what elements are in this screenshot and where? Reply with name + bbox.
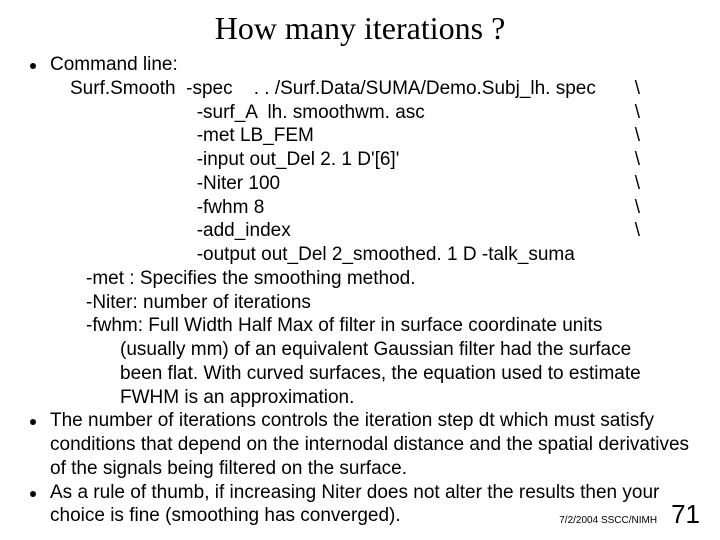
desc-fwhm1: -fwhm: Full Width Half Max of filter in … <box>50 314 690 338</box>
slide-title: How many iterations ? <box>30 10 690 47</box>
line-continuation: \ <box>635 148 690 172</box>
bullet-dot <box>30 63 36 69</box>
line-continuation: \ <box>635 124 690 148</box>
cmd-line: -met LB_FEM <box>70 124 314 148</box>
bullet-dot <box>30 419 36 425</box>
line-continuation: \ <box>635 77 690 101</box>
cmd-line: -surf_A lh. smoothwm. asc <box>70 101 425 125</box>
desc-fwhm2: (usually mm) of an equivalent Gaussian f… <box>50 338 690 362</box>
slide-footer: 7/2/2004 SSCC/NIMH 71 <box>559 499 700 530</box>
line-continuation: \ <box>635 219 690 243</box>
cmd-line: -Niter 100 <box>70 172 280 196</box>
desc-met: -met : Specifies the smoothing method. <box>50 267 690 291</box>
cmd-line: -input out_Del 2. 1 D'[6]' <box>70 148 399 172</box>
bullet-iterations-dt: The number of iterations controls the it… <box>30 409 690 480</box>
line-continuation: \ <box>635 196 690 220</box>
cmd-line: -fwhm 8 <box>70 196 264 220</box>
footer-date: 7/2/2004 SSCC/NIMH <box>559 515 657 526</box>
cmd-line: Surf.Smooth -spec . . /Surf.Data/SUMA/De… <box>70 77 596 101</box>
page-number: 71 <box>671 499 700 530</box>
bullet-command-line: Command line: Surf.Smooth -spec . . /Sur… <box>30 53 690 409</box>
desc-fwhm3: been flat. With curved surfaces, the equ… <box>50 362 690 386</box>
desc-fwhm4: FWHM is an approximation. <box>50 386 690 410</box>
line-continuation: \ <box>635 101 690 125</box>
cmd-line: -output out_Del 2_smoothed. 1 D -talk_su… <box>70 243 575 267</box>
bullet-dot <box>30 491 36 497</box>
desc-niter: -Niter: number of iterations <box>50 291 690 315</box>
cmd-line: -add_index <box>70 219 291 243</box>
line-continuation: \ <box>635 172 690 196</box>
command-block: Surf.Smooth -spec . . /Surf.Data/SUMA/De… <box>70 77 690 267</box>
bullet-text: The number of iterations controls the it… <box>50 409 690 480</box>
slide-body: Command line: Surf.Smooth -spec . . /Sur… <box>30 53 690 528</box>
bullet-label: Command line: <box>50 53 690 77</box>
